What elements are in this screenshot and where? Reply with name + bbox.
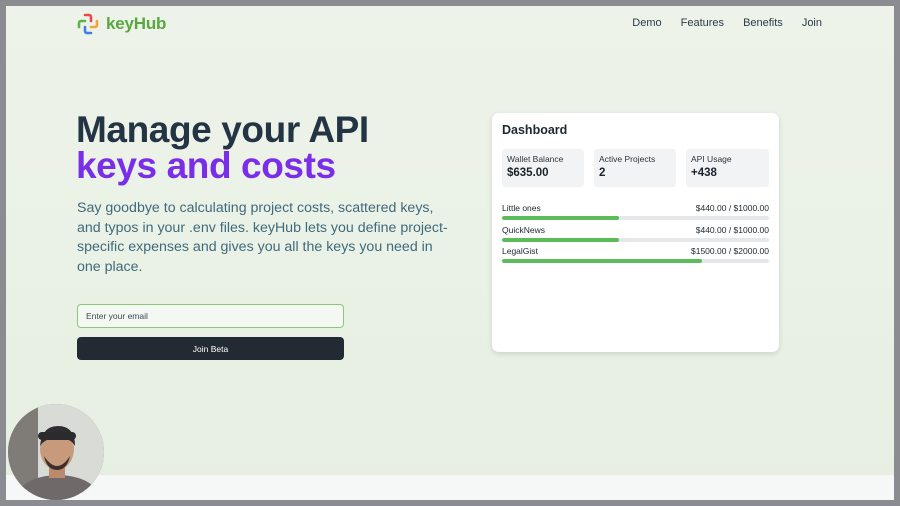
project-amount: $440.00 / $1000.00 xyxy=(695,225,769,235)
hero-title-line1: Manage your API xyxy=(76,109,369,150)
project-row-little-ones: Little ones $440.00 / $1000.00 xyxy=(502,203,769,220)
join-beta-button[interactable]: Join Beta xyxy=(77,337,344,360)
brand-name: keyHub xyxy=(106,14,167,33)
top-nav: Demo Features Benefits Join xyxy=(632,17,822,29)
dashboard-title: Dashboard xyxy=(502,123,568,137)
project-name: LegalGist xyxy=(502,246,538,256)
browser-viewport: keyHub Demo Features Benefits Join Manag… xyxy=(6,6,894,500)
stat-value: +438 xyxy=(691,167,717,179)
nav-join[interactable]: Join xyxy=(802,17,822,29)
stat-value: $635.00 xyxy=(507,167,549,179)
project-name: QuickNews xyxy=(502,225,545,235)
nav-benefits[interactable]: Benefits xyxy=(743,17,783,29)
project-progress-bar xyxy=(502,259,769,263)
nav-demo[interactable]: Demo xyxy=(632,17,661,29)
brand-logo[interactable]: keyHub xyxy=(76,12,166,36)
project-progress-fill xyxy=(502,259,703,263)
project-progress-bar xyxy=(502,238,769,242)
stat-label: Active Projects xyxy=(599,154,656,164)
page-footer-strip xyxy=(6,475,894,500)
stat-label: API Usage xyxy=(691,154,732,164)
email-input[interactable] xyxy=(77,304,344,328)
project-progress-fill xyxy=(502,238,620,242)
presenter-webcam-icon xyxy=(8,404,104,500)
stat-value: 2 xyxy=(599,167,606,179)
project-amount: $440.00 / $1000.00 xyxy=(695,203,769,213)
project-amount: $1500.00 / $2000.00 xyxy=(691,246,769,256)
project-row-quicknews: QuickNews $440.00 / $1000.00 xyxy=(502,225,769,242)
dashboard-card: Dashboard Wallet Balance $635.00 Active … xyxy=(492,113,779,352)
stat-api-usage: API Usage +438 xyxy=(686,149,769,187)
stat-wallet-balance: Wallet Balance $635.00 xyxy=(502,149,584,187)
hero-title: Manage your API keys and costs xyxy=(76,109,369,186)
project-name: Little ones xyxy=(502,203,541,213)
nav-features[interactable]: Features xyxy=(681,17,724,29)
stat-label: Wallet Balance xyxy=(507,154,564,164)
project-row-legalgist: LegalGist $1500.00 / $2000.00 xyxy=(502,246,769,263)
hero-description: Say goodbye to calculating project costs… xyxy=(77,200,448,275)
plus-knot-logo-icon xyxy=(77,13,99,35)
project-progress-fill xyxy=(502,216,620,220)
project-progress-bar xyxy=(502,216,769,220)
hero-title-line2: keys and costs xyxy=(76,145,336,186)
stat-active-projects: Active Projects 2 xyxy=(594,149,676,187)
